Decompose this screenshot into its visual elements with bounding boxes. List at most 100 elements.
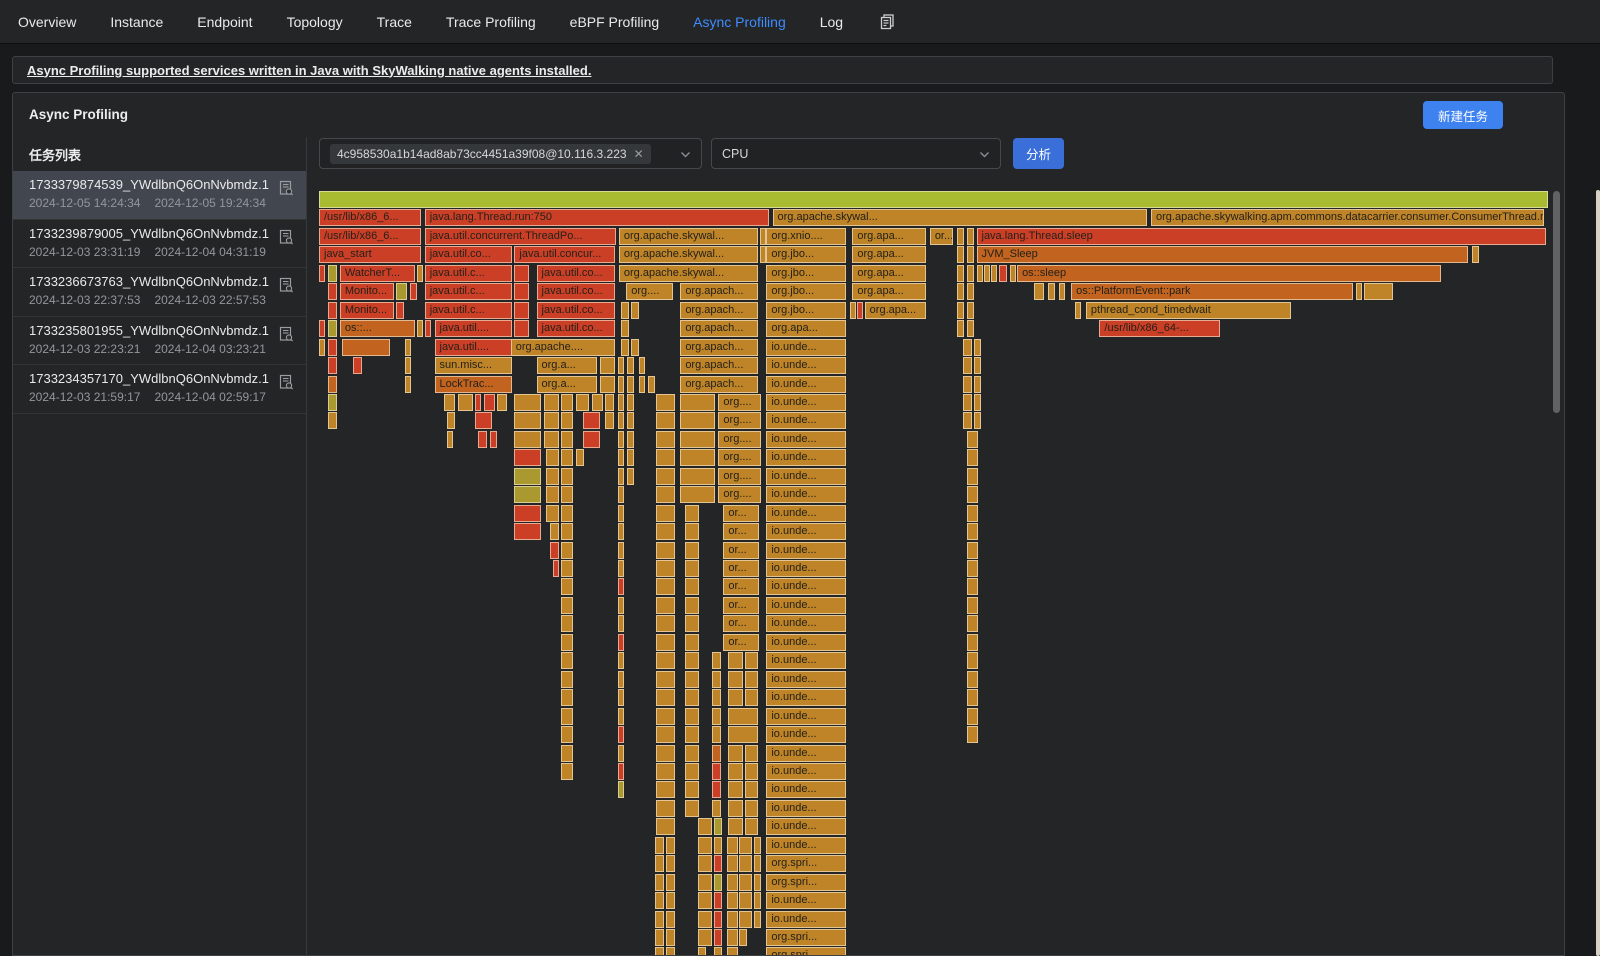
flame-bar[interactable] xyxy=(444,394,455,411)
flame-bar[interactable]: org.a... xyxy=(537,376,597,393)
flame-bar[interactable]: or... xyxy=(723,615,759,632)
flame-bar[interactable] xyxy=(1048,283,1055,300)
flame-bar[interactable] xyxy=(561,578,573,595)
flame-bar[interactable]: or... xyxy=(723,560,759,577)
flame-bar[interactable] xyxy=(561,597,573,614)
flame-bar[interactable] xyxy=(745,781,757,798)
flame-bar[interactable]: os::PlatformEvent::park xyxy=(1071,283,1352,300)
flame-bar[interactable] xyxy=(728,708,757,725)
flame-bar[interactable] xyxy=(405,357,411,374)
flame-bar[interactable]: os::sleep xyxy=(1017,265,1441,282)
flame-bar[interactable] xyxy=(857,302,863,319)
flame-bar[interactable] xyxy=(514,468,541,485)
flame-bar[interactable] xyxy=(656,726,676,743)
flame-bar[interactable]: org.... xyxy=(718,431,761,448)
flame-bar[interactable]: or... xyxy=(930,228,953,245)
flame-bar[interactable] xyxy=(514,523,541,540)
flame-bar[interactable]: org.spri... xyxy=(766,947,846,956)
flame-bar[interactable] xyxy=(698,911,713,928)
flame-bar[interactable] xyxy=(618,615,624,632)
flame-bar[interactable] xyxy=(712,671,721,688)
flame-bar[interactable] xyxy=(967,228,974,245)
flame-bar[interactable]: io.unde... xyxy=(766,837,846,854)
flame-bar[interactable] xyxy=(656,745,676,762)
flame-bar[interactable] xyxy=(712,745,721,762)
flame-bar[interactable] xyxy=(342,339,390,356)
flame-bar[interactable] xyxy=(963,394,972,411)
flame-bar[interactable] xyxy=(627,449,633,466)
flame-bar[interactable] xyxy=(656,634,676,651)
flame-bar[interactable] xyxy=(475,412,492,429)
flame-bar[interactable]: org.spri... xyxy=(766,874,846,891)
flame-bar[interactable] xyxy=(627,394,633,411)
flame-bar[interactable] xyxy=(967,320,974,337)
flame-bar[interactable]: io.unde... xyxy=(766,726,846,743)
flame-bar[interactable]: or... xyxy=(723,597,759,614)
flame-bar[interactable] xyxy=(656,449,676,466)
flame-bar[interactable] xyxy=(656,708,676,725)
flame-bar[interactable] xyxy=(405,339,411,356)
flame-bar[interactable] xyxy=(561,671,573,688)
flame-bar[interactable] xyxy=(967,246,974,263)
flame-bar[interactable] xyxy=(319,320,325,337)
task-detail-icon[interactable] xyxy=(278,374,294,390)
flame-bar[interactable] xyxy=(656,689,676,706)
flame-bar[interactable] xyxy=(728,689,743,706)
flame-bar[interactable] xyxy=(655,947,665,956)
flame-bar[interactable] xyxy=(967,652,978,669)
flame-bar[interactable] xyxy=(328,320,338,337)
flame-bar[interactable] xyxy=(514,302,529,319)
flame-bar[interactable] xyxy=(685,708,699,725)
flame-bar[interactable] xyxy=(745,763,757,780)
flame-bar[interactable]: org.apach... xyxy=(680,320,757,337)
flame-bar[interactable] xyxy=(546,505,558,522)
flame-bar[interactable] xyxy=(714,947,723,956)
flame-bar[interactable]: org.apa... xyxy=(852,265,926,282)
page-scrollbar[interactable] xyxy=(1596,190,1600,956)
flame-bar[interactable]: java.util.... xyxy=(435,320,512,337)
flame-bar[interactable] xyxy=(514,412,541,429)
flame-bar[interactable] xyxy=(967,542,978,559)
flame-bar[interactable]: pthread_cond_timedwait xyxy=(1086,302,1291,319)
flame-bar[interactable] xyxy=(618,486,624,503)
flame-bar[interactable] xyxy=(754,911,761,928)
flame-bar[interactable]: io.unde... xyxy=(766,745,846,762)
flame-bar[interactable] xyxy=(760,246,766,263)
flame-bar[interactable] xyxy=(627,412,633,429)
flame-bar[interactable] xyxy=(618,708,624,725)
flame-bar[interactable]: org.spri... xyxy=(766,855,846,872)
flame-bar[interactable] xyxy=(728,652,743,669)
flame-bar[interactable]: java.util.c... xyxy=(425,302,512,319)
flame-bar[interactable] xyxy=(685,726,699,743)
flame-bar[interactable] xyxy=(714,818,723,835)
flame-bar[interactable] xyxy=(605,394,614,411)
flame-bar[interactable] xyxy=(561,745,573,762)
flame-bar[interactable] xyxy=(328,339,338,356)
analyze-button[interactable]: 分析 xyxy=(1013,138,1064,169)
flame-bar[interactable]: org.apache.... xyxy=(511,339,615,356)
flame-bar[interactable] xyxy=(561,652,573,669)
flame-bar[interactable]: org.... xyxy=(718,412,761,429)
flame-bar[interactable] xyxy=(561,394,573,411)
flame-bar[interactable] xyxy=(618,578,624,595)
flame-bar[interactable] xyxy=(1472,246,1479,263)
flame-bar[interactable] xyxy=(728,781,743,798)
flame-bar[interactable] xyxy=(514,265,529,282)
task-item[interactable]: 1733239879005_YWdlbnQ6OnNvbmdz.12024-12-… xyxy=(13,220,306,269)
flame-bar[interactable] xyxy=(458,394,473,411)
flame-bar[interactable]: sun.misc... xyxy=(435,357,512,374)
flame-bar[interactable]: io.unde... xyxy=(766,781,846,798)
flame-bar[interactable]: org.apache.skywal... xyxy=(619,228,758,245)
flame-bar[interactable] xyxy=(714,892,723,909)
flame-bar[interactable] xyxy=(739,929,746,946)
flame-bar[interactable] xyxy=(631,302,638,319)
flame-bar[interactable] xyxy=(666,855,676,872)
flame-bar[interactable] xyxy=(561,560,573,577)
flame-bar[interactable] xyxy=(447,431,453,448)
flame-bar[interactable] xyxy=(728,800,743,817)
flame-bar[interactable]: org.apach... xyxy=(680,339,757,356)
flame-bar[interactable] xyxy=(967,265,974,282)
flame-bar[interactable]: io.unde... xyxy=(766,634,846,651)
flame-bar[interactable] xyxy=(957,228,964,245)
flame-bar[interactable] xyxy=(656,818,676,835)
